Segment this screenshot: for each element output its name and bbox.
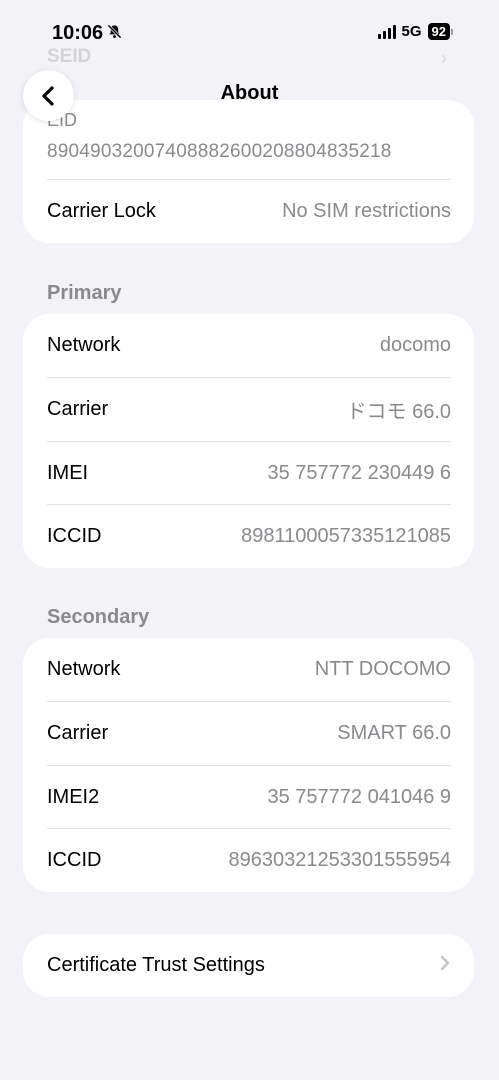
status-bar: SEID › 10:06 5G 92 bbox=[0, 0, 499, 68]
row-value[interactable]: 35 757772 041046 9 bbox=[267, 786, 451, 809]
page-title: About bbox=[220, 82, 279, 104]
row-label: IMEI bbox=[47, 462, 89, 484]
navigation-bar: About bbox=[0, 66, 499, 122]
certificate-trust-settings-label: Certificate Trust Settings bbox=[47, 954, 265, 976]
row-label: Carrier bbox=[47, 722, 109, 744]
primary-network-row: Network docomo bbox=[47, 314, 451, 377]
row-value[interactable]: SMART 66.0 bbox=[337, 722, 451, 745]
section-header-primary: Primary bbox=[47, 282, 122, 304]
ghost-seid-label: SEID bbox=[47, 46, 92, 67]
row-label: Network bbox=[47, 334, 121, 356]
network-type: 5G bbox=[401, 23, 422, 40]
secondary-carrier-row: Carrier SMART 66.0 bbox=[47, 702, 451, 765]
section-header-secondary: Secondary bbox=[47, 606, 150, 628]
secondary-card: Network NTT DOCOMO Carrier SMART 66.0 IM… bbox=[23, 638, 474, 892]
status-indicators: 5G 92 bbox=[377, 23, 453, 40]
primary-card: Network docomo Carrier ドコモ 66.0 IMEI 35 … bbox=[23, 314, 474, 568]
secondary-imei2-row: IMEI2 35 757772 041046 9 bbox=[47, 766, 451, 829]
primary-carrier-row: Carrier ドコモ 66.0 bbox=[47, 378, 451, 441]
carrier-lock-row: Carrier Lock No SIM restrictions bbox=[47, 180, 451, 243]
chevron-right-icon bbox=[439, 954, 451, 978]
primary-iccid-row: ICCID 8981100057335121085 bbox=[47, 505, 451, 568]
secondary-iccid-row: ICCID 89630321253301555954 bbox=[47, 829, 451, 892]
secondary-network-row: Network NTT DOCOMO bbox=[47, 638, 451, 701]
battery-icon: 92 bbox=[427, 23, 453, 40]
row-value[interactable]: ドコモ 66.0 bbox=[347, 395, 451, 424]
time-text: 10:06 bbox=[52, 22, 104, 44]
row-value[interactable]: 8981100057335121085 bbox=[241, 525, 451, 548]
bell-slash-icon bbox=[107, 24, 122, 43]
row-label: ICCID bbox=[47, 849, 102, 871]
row-value[interactable]: docomo bbox=[380, 334, 451, 357]
carrier-lock-value[interactable]: No SIM restrictions bbox=[282, 200, 451, 223]
carrier-lock-label: Carrier Lock bbox=[47, 200, 156, 222]
certificate-trust-settings-row: Certificate Trust Settings bbox=[47, 934, 451, 997]
row-label: Carrier bbox=[47, 398, 109, 420]
primary-imei-row: IMEI 35 757772 230449 6 bbox=[47, 442, 451, 505]
status-time: 10:06 bbox=[52, 22, 122, 45]
eid-value[interactable]: 89049032007408882600208804835218 bbox=[47, 141, 392, 163]
row-label: Network bbox=[47, 658, 121, 680]
row-label: IMEI2 bbox=[47, 786, 100, 808]
cellular-signal-icon bbox=[377, 24, 396, 39]
row-value[interactable]: NTT DOCOMO bbox=[315, 658, 451, 681]
battery-level: 92 bbox=[427, 23, 450, 40]
row-label: ICCID bbox=[47, 525, 102, 547]
row-value[interactable]: 89630321253301555954 bbox=[229, 849, 451, 872]
certificate-trust-settings-button[interactable]: Certificate Trust Settings bbox=[23, 934, 474, 997]
row-value[interactable]: 35 757772 230449 6 bbox=[267, 462, 451, 485]
